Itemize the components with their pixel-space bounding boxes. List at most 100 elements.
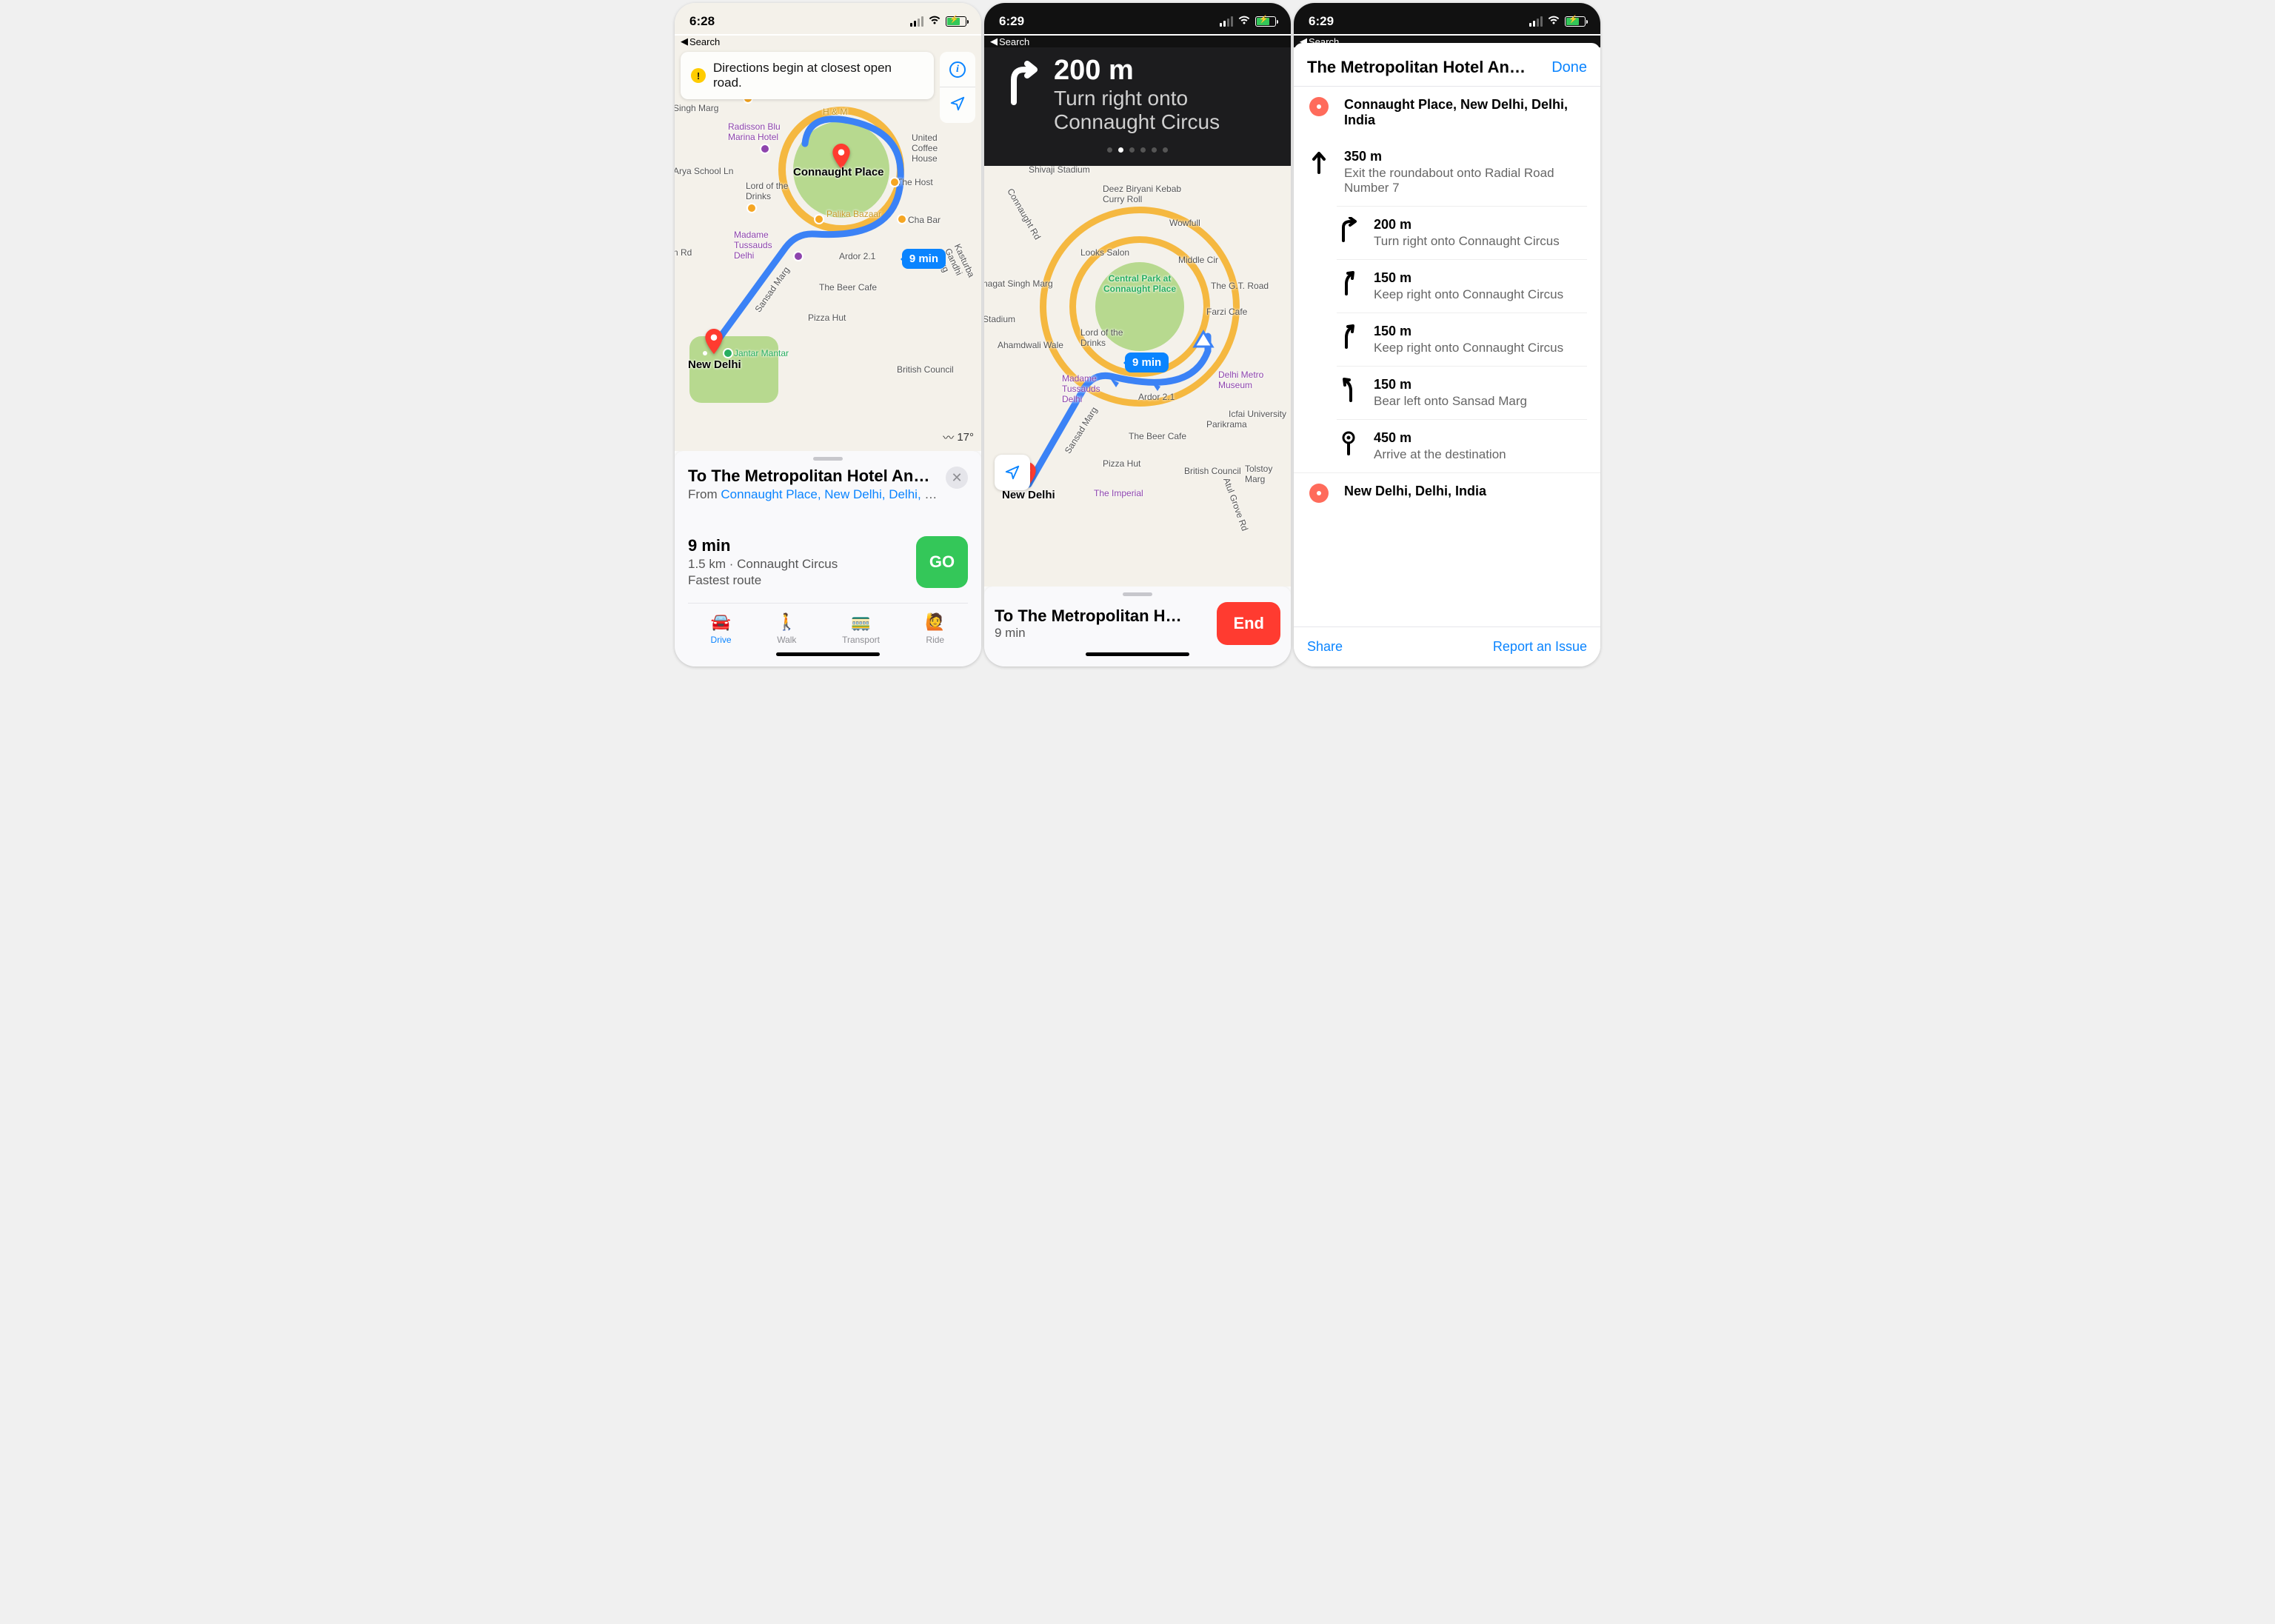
poi-label: British Council <box>897 364 954 375</box>
grabber-handle[interactable] <box>1123 592 1152 596</box>
poi-label: H & M <box>823 107 847 117</box>
location-arrow-icon <box>949 96 966 116</box>
origin-pin[interactable] <box>704 329 724 354</box>
battery-icon <box>1255 16 1276 27</box>
info-button[interactable]: i <box>940 52 975 87</box>
step-row[interactable]: 200 mTurn right onto Connaught Circus <box>1337 206 1587 259</box>
cellular-icon <box>1220 16 1233 27</box>
poi-label: Lord of the Drinks <box>746 181 790 201</box>
status-bar: 6:28 <box>675 3 981 34</box>
map-view[interactable]: New Delhi Central Park at Connaught Plac… <box>984 166 1291 587</box>
destination-title: The Metropolitan Hotel And… <box>1307 58 1529 77</box>
step-distance: 150 m <box>1374 270 1563 286</box>
report-issue-button[interactable]: Report an Issue <box>1493 639 1587 655</box>
step-row[interactable]: 150 mBear left onto Sansad Marg <box>1337 366 1587 419</box>
back-to-search[interactable]: ◀ Search <box>675 36 981 47</box>
info-icon: i <box>949 61 966 78</box>
done-button[interactable]: Done <box>1551 59 1587 76</box>
origin-link[interactable]: Connaught Place, New Delhi, Delhi, I… <box>721 487 938 501</box>
close-button[interactable]: ✕ <box>946 467 968 489</box>
poi-label: Palika Bazaar <box>826 209 881 219</box>
origin-pin-icon <box>1309 97 1329 116</box>
straight-icon <box>1307 149 1331 174</box>
road-label: n Rd <box>675 247 692 258</box>
nav-footer-card[interactable]: To The Metropolitan H… 9 min End <box>984 587 1291 666</box>
map-controls: i <box>940 52 975 123</box>
car-icon: 🚘 <box>711 612 731 632</box>
step-row[interactable]: 150 mKeep right onto Connaught Circus <box>1337 259 1587 313</box>
warning-icon: ! <box>691 68 706 83</box>
status-icons <box>910 14 966 29</box>
go-button[interactable]: GO <box>916 536 968 588</box>
eta-text: 9 min <box>995 626 1182 641</box>
poi-label: The Beer Cafe <box>1129 431 1186 441</box>
banner-text: Directions begin at closest open road. <box>713 61 923 90</box>
page-indicator[interactable] <box>998 147 1277 153</box>
poi-label: Lord of the Drinks <box>1080 327 1125 348</box>
step-distance: 450 m <box>1374 430 1506 446</box>
map-label-start: New Delhi <box>688 358 741 371</box>
mode-transport[interactable]: 🚃Transport <box>842 612 880 645</box>
end-button[interactable]: End <box>1217 602 1280 645</box>
mode-walk[interactable]: 🚶Walk <box>777 612 797 645</box>
poi-label: Delhi Metro Museum <box>1218 370 1277 390</box>
weather-label: 〰 17° <box>943 430 974 445</box>
step-instruction: Bear left onto Sansad Marg <box>1374 394 1527 409</box>
wifi-icon <box>1237 14 1251 29</box>
poi-dot <box>723 348 733 358</box>
poi-label: Ardor 2.1 <box>839 251 875 261</box>
status-time: 6:28 <box>689 14 715 29</box>
status-time: 6:29 <box>1309 14 1334 29</box>
close-icon: ✕ <box>951 470 962 486</box>
walk-icon: 🚶 <box>777 612 797 632</box>
turn-card[interactable]: 200 m Turn right ontoConnaught Circus <box>984 47 1291 166</box>
step-instruction: Keep right onto Connaught Circus <box>1374 341 1563 355</box>
status-icons <box>1529 14 1586 29</box>
step-distance: 200 m <box>1374 217 1560 233</box>
arrive-icon <box>1337 430 1360 455</box>
mode-ride[interactable]: 🙋Ride <box>925 612 945 645</box>
status-icons <box>1220 14 1276 29</box>
poi-dot <box>760 144 770 154</box>
poi-label: Farzi Cafe <box>1206 307 1247 317</box>
screen-navigation: 6:29 ◀ Search 200 m Turn right ontoConna… <box>984 3 1291 666</box>
step-distance: 150 m <box>1374 324 1563 339</box>
turn-right-icon <box>998 59 1042 110</box>
back-to-search[interactable]: ◀ Search <box>984 36 1291 47</box>
step-row[interactable]: 350 mExit the roundabout onto Radial Roa… <box>1294 138 1600 206</box>
home-indicator[interactable] <box>1086 652 1189 656</box>
eta-text: 9 min <box>688 536 838 555</box>
poi-dot <box>889 177 900 187</box>
locate-button[interactable] <box>940 87 975 123</box>
grabber-handle[interactable] <box>813 457 843 461</box>
poi-label: Madame Tussauds Delhi <box>734 230 793 261</box>
step-instruction: Turn right onto Connaught Circus <box>1374 234 1560 249</box>
route-time-bubble[interactable]: 9 min <box>1125 352 1169 372</box>
step-row[interactable]: 450 mArrive at the destination <box>1337 419 1587 472</box>
poi-dot <box>897 214 907 224</box>
destination-pin[interactable] <box>832 144 851 169</box>
step-origin[interactable]: Connaught Place, New Delhi, Delhi, India <box>1294 87 1600 138</box>
step-destination[interactable]: New Delhi, Delhi, India <box>1294 472 1600 513</box>
poi-label: Looks Salon <box>1080 247 1129 258</box>
turn-instruction: Turn right ontoConnaught Circus <box>1054 87 1220 134</box>
poi-label: Cha Bar <box>908 215 941 225</box>
directions-card[interactable]: To The Metropolitan Hotel And… From Conn… <box>675 451 981 666</box>
steps-list[interactable]: Connaught Place, New Delhi, Delhi, India… <box>1294 86 1600 626</box>
route-time-bubble[interactable]: 9 min <box>902 249 946 269</box>
destination-address: New Delhi, Delhi, India <box>1344 484 1486 499</box>
step-instruction: Exit the roundabout onto Radial Road Num… <box>1344 166 1587 196</box>
slight-left-icon <box>1337 377 1360 402</box>
share-button[interactable]: Share <box>1307 639 1343 655</box>
wifi-icon <box>928 14 941 29</box>
map-canvas: New Delhi Central Park at Connaught Plac… <box>984 166 1291 587</box>
mode-drive[interactable]: 🚘Drive <box>711 612 732 645</box>
status-time: 6:29 <box>999 14 1024 29</box>
road-label: Singh Marg <box>675 103 718 113</box>
step-row[interactable]: 150 m Keep right onto Connaught Circus <box>1337 313 1587 366</box>
destination-title: To The Metropolitan Hotel And… <box>688 467 938 486</box>
recenter-button[interactable] <box>995 455 1030 490</box>
map-view[interactable]: Connaught Place New Delhi Burger Singh H… <box>675 47 981 451</box>
train-icon: 🚃 <box>851 612 871 632</box>
home-indicator[interactable] <box>776 652 880 656</box>
